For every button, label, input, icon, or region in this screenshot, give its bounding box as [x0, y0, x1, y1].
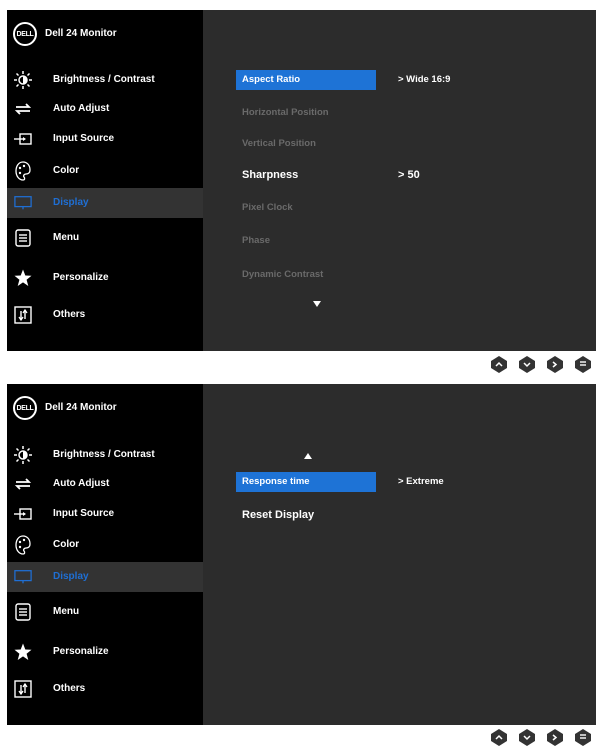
sidebar: DELL Dell 24 Monitor Brightness / Contra…	[7, 384, 203, 725]
sidebar-item-label: Others	[53, 309, 86, 320]
exit-button[interactable]	[575, 356, 591, 373]
osd-menu-bottom: DELL Dell 24 Monitor Brightness / Contra…	[7, 384, 596, 725]
sidebar-item-display[interactable]: Display	[7, 188, 203, 218]
osd-menu-top: DELL Dell 24 Monitor Brightness / Contra…	[7, 10, 596, 351]
display-icon	[14, 568, 32, 586]
down-button[interactable]	[519, 729, 535, 746]
sidebar-item-personalize[interactable]: Personalize	[7, 637, 203, 667]
menu-row-horizontal-position[interactable]: Horizontal Position	[236, 103, 596, 123]
sidebar-item-color[interactable]: Color	[7, 530, 203, 560]
sidebar-item-others[interactable]: Others	[7, 300, 203, 330]
sidebar-item-label: Auto Adjust	[53, 478, 110, 489]
up-button[interactable]	[491, 356, 507, 373]
dell-logo: DELL	[13, 22, 37, 46]
sidebar-item-label: Auto Adjust	[53, 103, 110, 114]
input-source-icon	[14, 130, 32, 148]
color-palette-icon	[14, 535, 32, 555]
row-label: Aspect Ratio	[236, 70, 376, 90]
sidebar-item-display[interactable]: Display	[7, 562, 203, 592]
monitor-title: Dell 24 Monitor	[45, 28, 117, 39]
sidebar-item-label: Personalize	[53, 646, 109, 657]
menu-icon	[14, 229, 32, 247]
down-button[interactable]	[519, 356, 535, 373]
row-value: > Wide 16:9	[398, 74, 451, 85]
right-button[interactable]	[547, 356, 563, 373]
sidebar-item-brightness-contrast[interactable]: Brightness / Contrast	[7, 65, 203, 95]
sidebar: DELL Dell 24 Monitor Brightness / Contra…	[7, 10, 203, 351]
menu-row-reset-display[interactable]: Reset Display	[236, 505, 596, 525]
row-value: > Extreme	[398, 476, 444, 487]
sidebar-item-input-source[interactable]: Input Source	[7, 499, 203, 529]
auto-adjust-icon	[14, 475, 32, 493]
display-icon	[14, 194, 32, 212]
others-icon	[14, 680, 32, 698]
monitor-title: Dell 24 Monitor	[45, 402, 117, 413]
menu-row-phase[interactable]: Phase	[236, 231, 596, 251]
row-label: Reset Display	[242, 509, 315, 521]
row-label: Phase	[242, 235, 270, 246]
sidebar-item-label: Menu	[53, 232, 80, 243]
menu-row-vertical-position[interactable]: Vertical Position	[236, 134, 596, 154]
row-label: Horizontal Position	[242, 107, 329, 118]
display-submenu: Response time > Extreme Reset Display	[203, 384, 596, 725]
star-icon	[14, 269, 32, 287]
sidebar-item-brightness-contrast[interactable]: Brightness / Contrast	[7, 440, 203, 470]
sidebar-item-input-source[interactable]: Input Source	[7, 124, 203, 154]
sidebar-item-label: Personalize	[53, 272, 109, 283]
row-label: Response time	[236, 472, 376, 492]
menu-row-pixel-clock[interactable]: Pixel Clock	[236, 198, 596, 218]
menu-row-response-time[interactable]: Response time > Extreme	[236, 472, 596, 492]
sidebar-item-color[interactable]: Color	[7, 156, 203, 186]
others-icon	[14, 306, 32, 324]
sidebar-item-personalize[interactable]: Personalize	[7, 263, 203, 293]
hardware-button-bar-bottom	[486, 729, 596, 746]
hardware-button-bar-top	[486, 356, 596, 376]
sidebar-item-label: Others	[53, 683, 86, 694]
sidebar-item-label: Input Source	[53, 133, 115, 144]
row-label: Pixel Clock	[242, 202, 293, 213]
exit-button[interactable]	[575, 729, 591, 746]
menu-icon	[14, 603, 32, 621]
row-label: Sharpness	[242, 169, 299, 181]
up-button[interactable]	[491, 729, 507, 746]
sidebar-item-menu[interactable]: Menu	[7, 223, 203, 253]
row-value: > 50	[398, 169, 420, 181]
menu-row-sharpness[interactable]: Sharpness > 50	[236, 165, 596, 185]
osd-header: DELL Dell 24 Monitor	[7, 10, 203, 60]
sidebar-item-label: Display	[53, 197, 89, 208]
sidebar-item-auto-adjust[interactable]: Auto Adjust	[7, 94, 203, 124]
sidebar-item-others[interactable]: Others	[7, 674, 203, 704]
sidebar-item-label: Brightness / Contrast	[53, 449, 155, 460]
right-button[interactable]	[547, 729, 563, 746]
dell-logo: DELL	[13, 396, 37, 420]
sidebar-item-label: Display	[53, 571, 89, 582]
row-label: Dynamic Contrast	[242, 269, 324, 280]
sidebar-item-label: Brightness / Contrast	[53, 74, 155, 85]
row-label: Vertical Position	[242, 138, 316, 149]
sidebar-item-menu[interactable]: Menu	[7, 597, 203, 627]
brightness-icon	[14, 446, 32, 464]
display-submenu: Aspect Ratio > Wide 16:9 Horizontal Posi…	[203, 10, 596, 351]
sidebar-item-label: Input Source	[53, 508, 115, 519]
sidebar-item-label: Color	[53, 539, 80, 550]
osd-header: DELL Dell 24 Monitor	[7, 384, 203, 434]
menu-row-aspect-ratio[interactable]: Aspect Ratio > Wide 16:9	[236, 70, 596, 90]
sidebar-item-label: Color	[53, 165, 80, 176]
sidebar-item-auto-adjust[interactable]: Auto Adjust	[7, 469, 203, 499]
scroll-down-arrow-icon[interactable]	[313, 301, 321, 307]
brightness-icon	[14, 71, 32, 89]
sidebar-item-label: Menu	[53, 606, 80, 617]
auto-adjust-icon	[14, 100, 32, 118]
color-palette-icon	[14, 161, 32, 181]
menu-row-dynamic-contrast[interactable]: Dynamic Contrast	[236, 265, 596, 285]
star-icon	[14, 643, 32, 661]
scroll-up-arrow-icon[interactable]	[304, 453, 312, 459]
input-source-icon	[14, 505, 32, 523]
